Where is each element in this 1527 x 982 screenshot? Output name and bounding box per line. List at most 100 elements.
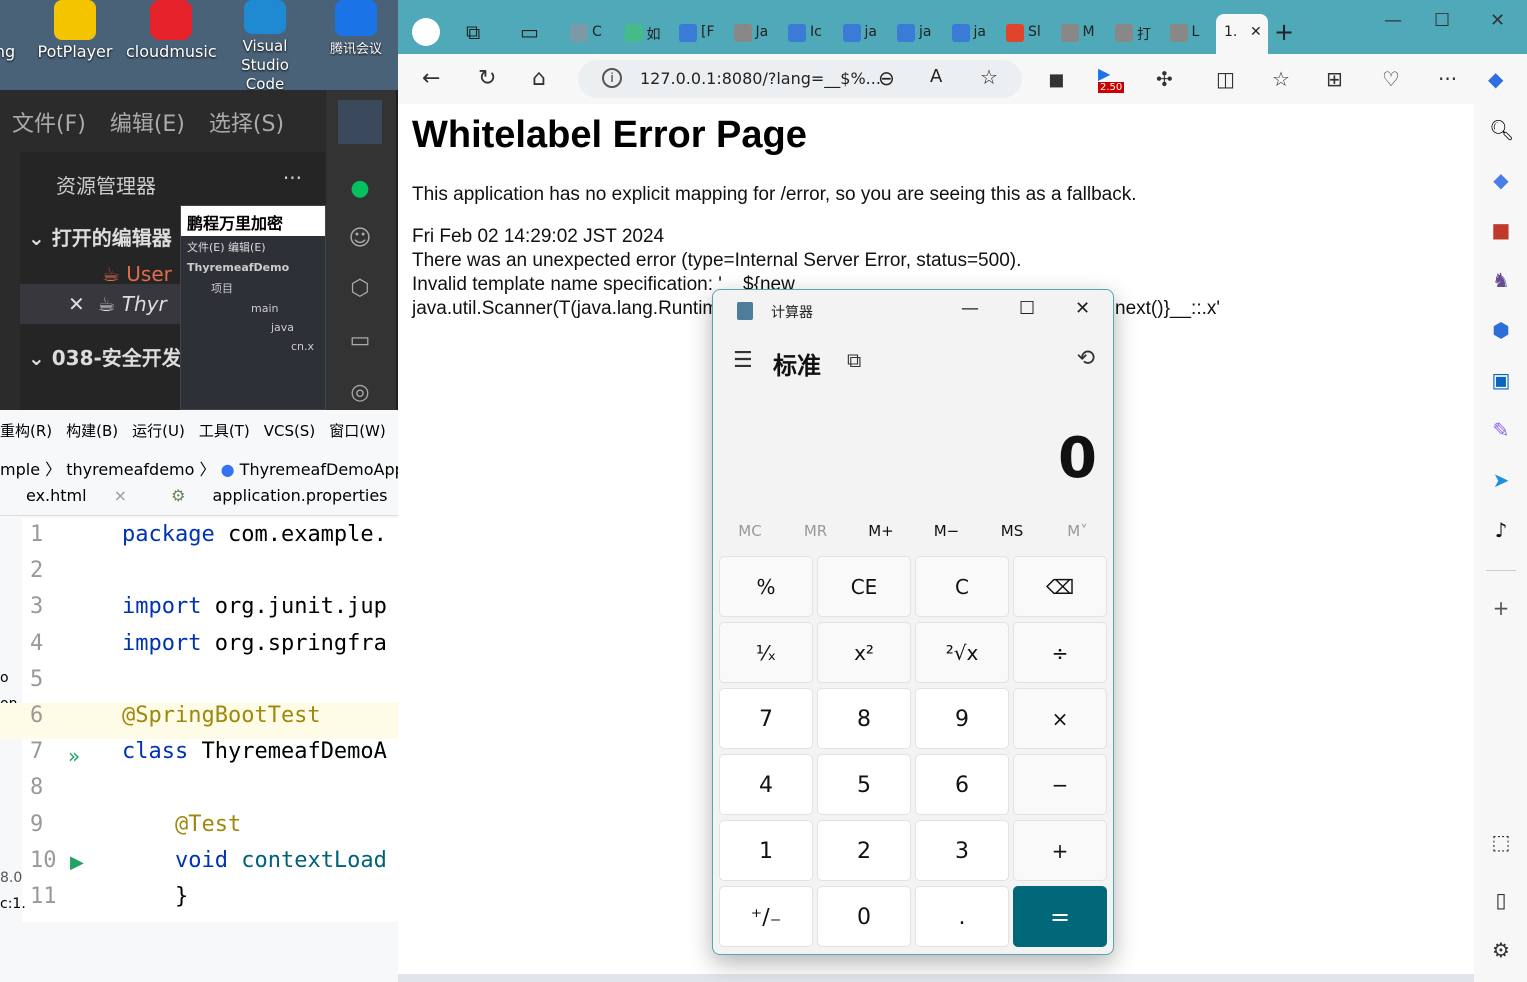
profile-avatar[interactable] [410,16,446,56]
run-gutter-icon[interactable]: » [68,744,80,768]
screenshot-icon[interactable]: ⬚ [1489,830,1513,854]
menu-refactor[interactable]: 重构(R) [0,422,52,440]
key-percent-button[interactable]: % [719,556,813,617]
key-minus-button[interactable]: − [1013,754,1107,815]
keep-on-top-icon[interactable]: ⧉ [847,348,861,372]
code-line[interactable]: 6 @SpringBootTest [0,703,398,739]
contacts-icon[interactable]: ☺ [346,226,374,254]
copilot-icon[interactable]: ◆ [1488,67,1503,91]
folder-section[interactable]: ⌄ 038-安全开发- [28,342,190,371]
aperture-icon[interactable]: ◎ [346,380,374,408]
key-clear-entry-button[interactable]: CE [817,556,911,617]
tiktok-icon[interactable]: ♪ [1489,518,1513,542]
key-reciprocal-button[interactable]: ¹⁄ₓ [719,622,813,683]
menu-run[interactable]: 运行(U) [132,422,185,440]
extensions-puzzle-icon[interactable]: ✣ [1156,67,1173,91]
home-icon[interactable]: ⌂ [532,66,546,91]
games-icon[interactable]: ♞ [1489,268,1513,292]
run-gutter-icon[interactable]: ▶ [70,852,84,873]
workspaces-icon[interactable]: ⧉ [460,14,496,54]
browser-tab[interactable]: 打 [1107,14,1159,54]
open-editors-section[interactable]: ⌄ 打开的编辑器 [28,222,172,251]
key-clear-button[interactable]: C [915,556,1009,617]
desktop-icon-cloudmusic[interactable]: cloudmusic [126,0,217,61]
browser-tab[interactable]: 如 [617,14,669,54]
code-line[interactable]: 1 package com.example. [0,522,398,558]
code-line[interactable]: 9 @Test [0,812,398,848]
key-square-button[interactable]: x² [817,622,911,683]
shopping-tag-icon[interactable]: ◆ [1489,168,1513,192]
code-line[interactable]: 3 import org.junit.jup [0,594,398,630]
history-icon[interactable]: ⟲ [1077,346,1095,371]
menu-window[interactable]: 窗口(W) [329,422,386,440]
wechat-icon[interactable]: ● [346,176,374,204]
more-icon[interactable]: ··· [283,166,302,190]
address-bar[interactable]: i 127.0.0.1:8080/?lang=__$%... ⊖ A ☆ [578,60,1022,98]
extension-icon[interactable]: ◼ [1048,67,1065,91]
cube-icon[interactable]: ⬡ [346,276,374,304]
code-line[interactable]: 7 class ThyremeafDemoA [0,739,398,775]
browser-tab[interactable]: C [562,14,614,54]
browser-tab[interactable]: ja [835,14,887,54]
menu-hamburger-icon[interactable]: ☰ [733,348,753,373]
search-icon[interactable]: 🔍︎ [1489,118,1514,142]
back-icon[interactable]: ← [422,66,440,91]
read-aloud-icon[interactable]: A [930,66,942,87]
collections-icon[interactable]: ⊞ [1326,67,1343,91]
outlook-icon[interactable]: ▣ [1489,368,1513,392]
browser-tab[interactable]: Ic [780,14,832,54]
calc-close-button[interactable]: ✕ [1075,298,1090,319]
folder-icon[interactable]: ▭ [346,328,374,356]
menu-select[interactable]: 选择(S) [209,112,284,137]
key-two-button[interactable]: 2 [817,820,911,881]
browser-essentials-icon[interactable]: ♡ [1382,67,1400,91]
memory-button[interactable]: MR [783,522,849,540]
browser-tab[interactable]: [F [671,14,723,54]
badge-extension-icon[interactable]: ▶ 2.50 [1098,64,1128,94]
open-file-user[interactable]: ☕ User [102,262,172,286]
taskbar-thumbnail[interactable]: 鹏程万里加密 文件(E) 编辑(E) ThyremeafDemo 项目 main… [180,205,326,410]
browser-tab[interactable]: L [1162,14,1214,54]
settings-more-icon[interactable]: ··· [1438,67,1457,91]
browser-tab[interactable]: Ja [726,14,778,54]
favorites-icon[interactable]: ☆ [1272,67,1290,91]
close-button[interactable]: ✕ [1490,10,1505,31]
key-zero-button[interactable]: 0 [817,886,911,947]
refresh-icon[interactable]: ↻ [478,66,496,91]
info-icon[interactable]: i [602,68,622,88]
close-icon[interactable]: × [114,486,127,505]
code-line[interactable]: 4 import org.springfra [0,631,398,667]
key-one-button[interactable]: 1 [719,820,813,881]
settings-gear-icon[interactable]: ⚙ [1489,938,1513,962]
tab-active[interactable]: 1. ✕ [1216,14,1268,54]
new-tab-button[interactable]: + [1274,18,1294,46]
key-four-button[interactable]: 4 [719,754,813,815]
key-plus-button[interactable]: + [1013,820,1107,881]
browser-tab[interactable]: Sl [998,14,1050,54]
menu-vcs[interactable]: VCS(S) [264,422,315,440]
key-five-button[interactable]: 5 [817,754,911,815]
key-equals-button[interactable]: = [1013,886,1107,947]
tab-index-html[interactable]: ex.html × [26,486,149,505]
memory-button[interactable]: M− [914,522,980,540]
code-line[interactable]: 5 [0,667,398,703]
drop-icon[interactable]: ➤ [1489,468,1513,492]
menu-build[interactable]: 构建(B) [66,422,118,440]
browser-tab[interactable]: M [1053,14,1105,54]
key-divide-button[interactable]: ÷ [1013,622,1107,683]
designer-icon[interactable]: ✎ [1489,418,1513,442]
open-file-thyr[interactable]: ✕ ☕ Thyr [68,292,167,316]
memory-button[interactable]: M˅ [1045,522,1111,540]
menu-file[interactable]: 文件(F) [12,112,86,137]
key-multiply-button[interactable]: × [1013,688,1107,749]
split-screen-icon[interactable]: ◫ [1216,67,1235,91]
desktop-icon-tencent-meeting[interactable]: 腾讯会议 [316,0,396,56]
key-six-button[interactable]: 6 [915,754,1009,815]
sidebar-toggle-icon[interactable]: ▯ [1489,888,1513,912]
browser-tab[interactable]: ja [944,14,996,54]
calc-maximize-button[interactable]: ☐ [1019,298,1035,319]
close-tab-icon[interactable]: ✕ [1250,24,1262,40]
minimize-button[interactable]: — [1384,10,1402,31]
key-backspace-button[interactable]: ⌫ [1013,556,1107,617]
code-line[interactable]: 10 void contextLoad [0,848,398,884]
